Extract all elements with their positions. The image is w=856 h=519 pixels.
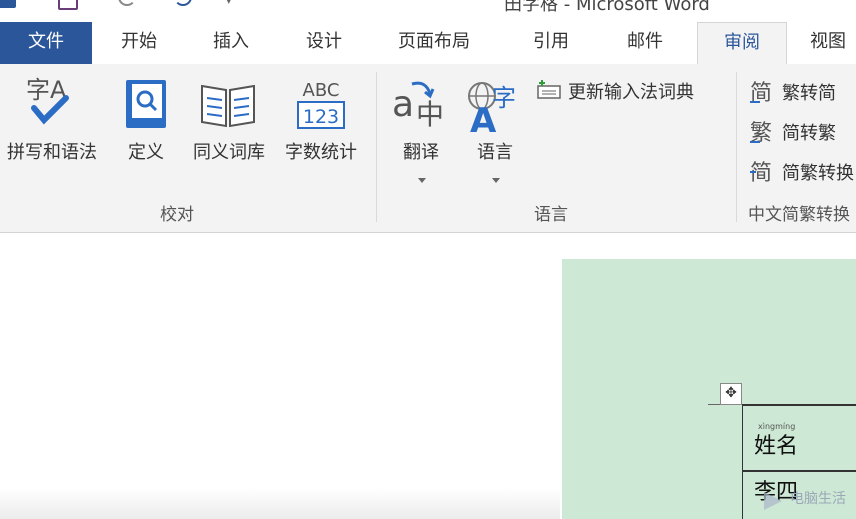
tab-design[interactable]: 设计: [306, 22, 342, 64]
trad-to-simp-button[interactable]: 简 繁转简: [748, 78, 856, 106]
spell-check-button[interactable]: 字A 拼写和语法: [0, 72, 104, 192]
tab-home[interactable]: 开始: [121, 22, 157, 64]
translate-icon-text: 中: [416, 98, 444, 131]
svg-text:A: A: [470, 101, 497, 134]
save-icon[interactable]: [58, 0, 78, 10]
language-button[interactable]: 字 A 语言: [460, 72, 530, 192]
update-ime-dictionary-label: 更新输入法词典: [568, 82, 694, 103]
translate-button[interactable]: a 中 翻译: [388, 72, 454, 192]
tab-review[interactable]: 审阅: [697, 22, 787, 66]
trad-to-simp-label: 繁转简: [782, 83, 836, 104]
spell-check-icon: 字A: [26, 76, 69, 125]
word-app-icon[interactable]: [0, 0, 16, 8]
table-move-handle-icon[interactable]: ✥: [720, 383, 742, 405]
thesaurus-button[interactable]: 同义词库: [184, 72, 274, 192]
table-border-top: [742, 404, 856, 406]
table-row-divider: [742, 470, 856, 472]
proofing-group-label: 校对: [160, 205, 194, 225]
language-icon: 字 A: [468, 82, 516, 134]
translate-icon: a 中: [392, 81, 444, 131]
spell-check-label: 拼写和语法: [7, 142, 97, 163]
table-cell-name[interactable]: 姓名: [754, 428, 798, 460]
ribbon-tabs: 文件 开始 插入 设计 页面布局 引用 邮件 审阅 视图: [0, 22, 856, 66]
word-count-icon-text-top: ABC: [303, 80, 340, 101]
tab-insert[interactable]: 插入: [213, 22, 249, 64]
simp-to-trad-label: 简转繁: [782, 123, 836, 144]
customize-icon[interactable]: ▾: [226, 0, 232, 7]
word-count-button[interactable]: ABC 123 字数统计: [276, 72, 366, 192]
simp-trad-convert-icon-text: 简: [750, 161, 772, 186]
simp-to-trad-icon: 繁: [750, 121, 772, 146]
tab-view[interactable]: 视图: [810, 22, 846, 64]
thesaurus-label: 同义词库: [193, 142, 265, 163]
language-label: 语言: [477, 142, 513, 163]
word-count-icon-text-bottom: 123: [303, 106, 339, 128]
update-ime-dictionary-button[interactable]: 更新输入法词典: [536, 78, 726, 104]
undo-icon[interactable]: [118, 0, 136, 6]
tab-mailings[interactable]: 邮件: [627, 22, 663, 64]
language-dropdown-icon[interactable]: [492, 178, 500, 183]
title-bar: ▾ 田字格 - Microsoft Word: [0, 0, 856, 22]
thesaurus-icon: [201, 84, 255, 128]
language-group-label: 语言: [534, 205, 568, 225]
group-separator: [376, 72, 377, 222]
table-border-left: [742, 404, 743, 519]
watermark-text: 电脑生活: [790, 491, 846, 507]
simp-trad-convert-label: 简繁转换: [782, 163, 854, 184]
translate-dropdown-icon[interactable]: [418, 178, 426, 183]
group-separator: [736, 72, 737, 222]
window-title: 田字格 - Microsoft Word: [504, 0, 710, 15]
document-shadow: [0, 488, 560, 519]
tab-file[interactable]: 文件: [0, 22, 92, 64]
redo-icon[interactable]: [174, 0, 192, 6]
ribbon-panel: 字A 拼写和语法 定义 同义词库 ABC 123 字数统计 校对 a 中 翻译 …: [0, 64, 856, 233]
document-page[interactable]: [562, 259, 856, 519]
ime-dictionary-icon: [537, 80, 561, 99]
define-label: 定义: [128, 142, 164, 163]
simp-trad-convert-button[interactable]: 简 简繁转换: [748, 158, 856, 186]
trad-to-simp-icon: 简: [750, 81, 772, 106]
word-count-icon: ABC 123: [297, 80, 345, 129]
word-count-label: 字数统计: [285, 142, 357, 163]
define-icon: [126, 80, 166, 128]
translate-label: 翻译: [403, 142, 439, 163]
define-button[interactable]: 定义: [118, 72, 174, 192]
tab-references[interactable]: 引用: [533, 22, 569, 64]
svg-text:a: a: [392, 84, 414, 125]
tab-page-layout[interactable]: 页面布局: [398, 22, 470, 64]
chinese-conversion-group-label: 中文简繁转换: [748, 205, 850, 225]
simp-to-trad-button[interactable]: 繁 简转繁: [748, 118, 856, 146]
simp-trad-convert-icon: 简: [750, 161, 772, 186]
